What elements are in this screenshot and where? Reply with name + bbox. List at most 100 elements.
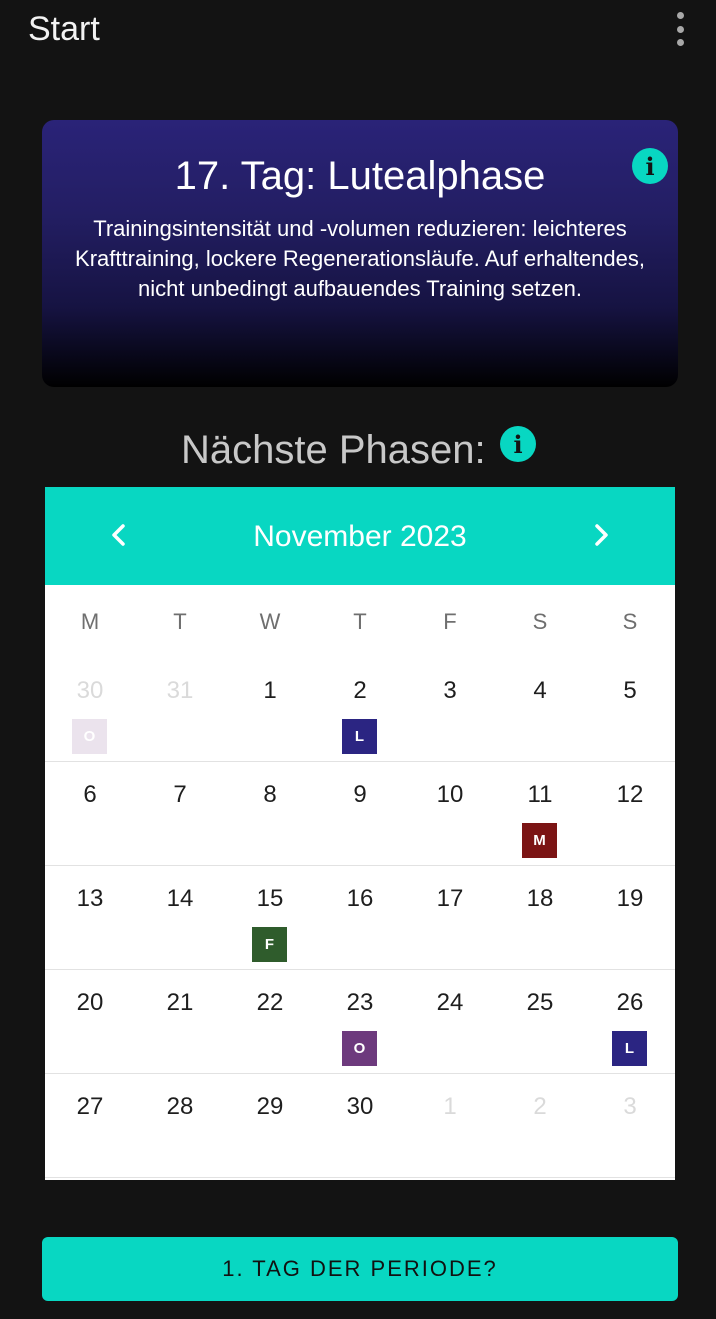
calendar-day[interactable]: 2L: [315, 657, 405, 761]
day-number: 29: [256, 1093, 284, 1120]
day-number: 18: [526, 885, 554, 912]
calendar-day[interactable]: 2: [495, 1073, 585, 1177]
calendar-day[interactable]: 5: [585, 657, 675, 761]
calendar-day[interactable]: 16: [315, 865, 405, 969]
day-number: 8: [263, 781, 277, 808]
calendar-day[interactable]: 3: [585, 1073, 675, 1177]
calendar-day[interactable]: 8: [225, 761, 315, 865]
day-number: 12: [616, 781, 644, 808]
day-number: 2: [533, 1093, 547, 1120]
day-number: 1: [443, 1093, 457, 1120]
day-number: 30: [346, 1093, 374, 1120]
day-number: 15: [256, 885, 284, 912]
day-number: 31: [166, 677, 194, 704]
next-month-button[interactable]: [577, 511, 625, 559]
calendar-day[interactable]: 4: [495, 657, 585, 761]
weekday-label: S: [622, 609, 638, 634]
calendar-day[interactable]: 25: [495, 969, 585, 1073]
calendar-day[interactable]: 26 L: [585, 969, 675, 1073]
calendar-week-row: 27 28 29 30 1 2 3: [45, 1073, 675, 1178]
weekday-label: T: [173, 609, 187, 634]
calendar-day[interactable]: 29: [225, 1073, 315, 1177]
app-title: Start: [28, 10, 100, 48]
weekday-label: T: [353, 609, 367, 634]
calendar-day[interactable]: 15 F: [225, 865, 315, 969]
calendar-day[interactable]: 21: [135, 969, 225, 1073]
next-phases-title: Nächste Phasen:: [181, 428, 486, 472]
calendar-day[interactable]: 19: [585, 865, 675, 969]
phase-badge: L: [612, 1031, 647, 1066]
calendar-day[interactable]: 24: [405, 969, 495, 1073]
calendar-day[interactable]: 28: [135, 1073, 225, 1177]
phase-badge: O: [342, 1031, 377, 1066]
menu-dot: [676, 39, 684, 46]
calendar-week-row: 6 7 8 9 10 11 M 12: [45, 761, 675, 866]
day-number: 22: [256, 989, 284, 1016]
calendar-day[interactable]: 18: [495, 865, 585, 969]
more-vert-icon[interactable]: [668, 12, 692, 46]
day-number: 24: [436, 989, 464, 1016]
day-number: 27: [76, 1093, 104, 1120]
calendar-day[interactable]: 12: [585, 761, 675, 865]
day-number: 13: [76, 885, 104, 912]
current-phase-card: 17. Tag: Lutealphase Trainingsintensität…: [42, 120, 678, 387]
day-number: 4: [533, 677, 547, 704]
app-bar: Start: [0, 0, 716, 64]
day-number: 7: [173, 781, 187, 808]
day-number: 2: [353, 677, 367, 704]
day-number: 26: [616, 989, 644, 1016]
day-number: 28: [166, 1093, 194, 1120]
weekday-label: S: [532, 609, 548, 634]
calendar-day[interactable]: 27: [45, 1073, 135, 1177]
phase-badge: F: [252, 927, 287, 962]
day-number: 23: [346, 989, 374, 1016]
calendar-day[interactable]: 23 O: [315, 969, 405, 1073]
day-number: 5: [623, 677, 637, 704]
calendar-week-row: 13 14 15 F 16 17 18 19: [45, 865, 675, 970]
calendar-day[interactable]: 11 M: [495, 761, 585, 865]
day-number: 20: [76, 989, 104, 1016]
menu-dot: [676, 12, 684, 19]
calendar-day[interactable]: 7: [135, 761, 225, 865]
calendar-week-row: 30 O 31 1 2 L 3 4 5: [45, 657, 675, 762]
info-icon[interactable]: i: [500, 426, 536, 462]
day-number: 30: [76, 677, 104, 704]
calendar-day[interactable]: 6: [45, 761, 135, 865]
calendar-day[interactable]: 3: [405, 657, 495, 761]
calendar-day[interactable]: 31: [135, 657, 225, 761]
weekday-header: MTWTFSS: [45, 585, 675, 657]
calendar-day[interactable]: 13: [45, 865, 135, 969]
phase-heading: 17. Tag: Lutealphase: [174, 154, 546, 198]
day-number: 17: [436, 885, 464, 912]
phase-description: Trainingsintensität und -volumen reduzie…: [75, 216, 645, 301]
calendar-day[interactable]: 1: [225, 657, 315, 761]
calendar-day[interactable]: 17: [405, 865, 495, 969]
weekday-label: M: [80, 609, 100, 634]
info-icon[interactable]: i: [632, 148, 668, 184]
calendar-day[interactable]: 14: [135, 865, 225, 969]
calendar: November 2023 MTWTFSS 30 O 31 1 2 L 3 4 5 6 7 8 9 10 1…: [45, 487, 675, 1180]
calendar-day[interactable]: 30: [315, 1073, 405, 1177]
calendar-day[interactable]: 9: [315, 761, 405, 865]
day-number: 1: [263, 677, 277, 704]
day-number: 9: [353, 781, 367, 808]
day-number: 3: [443, 677, 457, 704]
day-number: 19: [616, 885, 644, 912]
period-start-button[interactable]: 1. TAG DER PERIODE?: [42, 1237, 678, 1301]
day-number: 21: [166, 989, 194, 1016]
day-number: 25: [526, 989, 554, 1016]
weekday-label: W: [259, 609, 281, 634]
calendar-day[interactable]: 1: [405, 1073, 495, 1177]
day-number: 6: [83, 781, 97, 808]
calendar-day[interactable]: 22: [225, 969, 315, 1073]
menu-dot: [676, 25, 684, 33]
day-number: 16: [346, 885, 374, 912]
calendar-header: November 2023: [45, 487, 675, 585]
chevron-right-icon: [595, 524, 608, 546]
day-number: 10: [436, 781, 464, 808]
calendar-day[interactable]: 20: [45, 969, 135, 1073]
calendar-day[interactable]: 10: [405, 761, 495, 865]
calendar-day[interactable]: 30 O: [45, 657, 135, 761]
phase-badge: M: [522, 823, 557, 858]
day-number: 11: [527, 781, 553, 808]
